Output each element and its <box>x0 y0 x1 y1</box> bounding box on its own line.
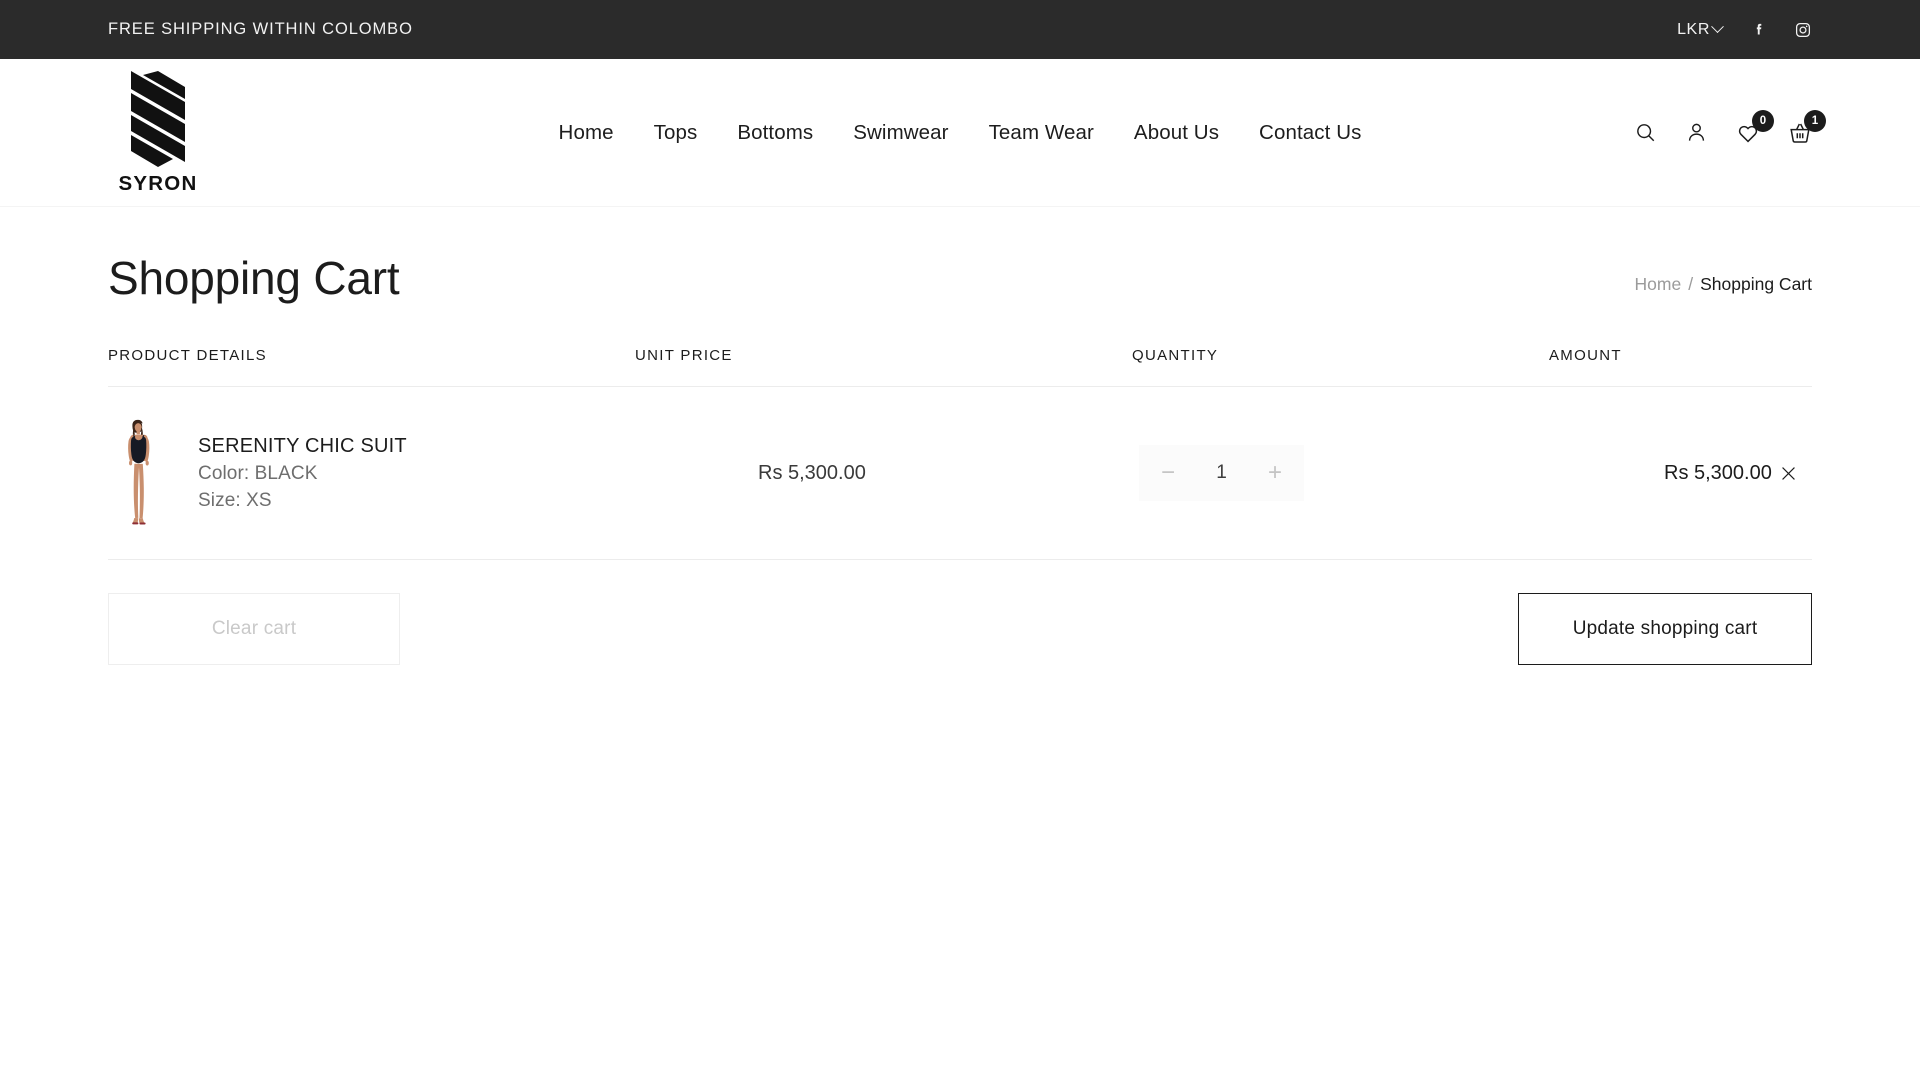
search-icon[interactable] <box>1634 121 1657 144</box>
quantity-stepper: − + <box>1139 445 1304 501</box>
swimsuit-model-image <box>108 408 176 538</box>
cart-section: PRODUCT DETAILS UNIT PRICE QUANTITY AMOU… <box>0 301 1920 665</box>
update-shopping-cart-button[interactable]: Update shopping cart <box>1518 593 1812 665</box>
logo-wordmark: SYRON <box>118 172 198 195</box>
main-navigation: Home Tops Bottoms Swimwear Team Wear Abo… <box>559 121 1362 145</box>
cart-button[interactable]: 1 <box>1788 109 1826 145</box>
amount-value: Rs 5,300.00 <box>1664 461 1772 484</box>
amount-cell: Rs 5,300.00 <box>1549 458 1812 488</box>
announcement-bar: FREE SHIPPING WITHIN COLOMBO LKR <box>0 0 1920 59</box>
nav-item-bottoms[interactable]: Bottoms <box>737 121 813 145</box>
currency-label: LKR <box>1677 20 1710 38</box>
product-name[interactable]: SERENITY CHIC SUIT <box>198 435 407 458</box>
product-size: Size: XS <box>198 489 272 511</box>
instagram-icon[interactable] <box>1794 21 1812 39</box>
wishlist-count-badge: 0 <box>1752 109 1774 132</box>
breadcrumb-separator: / <box>1688 274 1694 294</box>
cart-table-header: PRODUCT DETAILS UNIT PRICE QUANTITY AMOU… <box>108 301 1812 387</box>
column-header-price: UNIT PRICE <box>635 347 733 364</box>
column-header-amount: AMOUNT <box>1549 347 1622 364</box>
product-color: Color: BLACK <box>198 462 318 484</box>
breadcrumb-current: Shopping Cart <box>1700 274 1812 294</box>
chevron-down-icon <box>1711 20 1724 34</box>
close-icon <box>1781 466 1795 480</box>
wishlist-button[interactable]: 0 <box>1736 109 1774 145</box>
product-thumbnail[interactable] <box>108 408 176 538</box>
product-cell: SERENITY CHIC SUIT Color: BLACK Size: XS <box>108 408 635 538</box>
nav-item-home[interactable]: Home <box>559 121 614 145</box>
cart-count-badge: 1 <box>1804 109 1826 132</box>
page-title: Shopping Cart <box>108 252 400 304</box>
nav-item-team-wear[interactable]: Team Wear <box>989 121 1094 145</box>
announcement-text: FREE SHIPPING WITHIN COLOMBO <box>108 20 413 38</box>
clear-cart-button[interactable]: Clear cart <box>108 593 400 665</box>
breadcrumb-home[interactable]: Home <box>1635 274 1682 295</box>
column-header-quantity: QUANTITY <box>1132 347 1219 364</box>
header-actions: 0 1 <box>1634 109 1826 145</box>
syron-logo-icon <box>131 71 185 167</box>
nav-item-contact-us[interactable]: Contact Us <box>1259 121 1361 145</box>
nav-item-swimwear[interactable]: Swimwear <box>853 121 948 145</box>
product-info: SERENITY CHIC SUIT Color: BLACK Size: XS <box>198 435 407 512</box>
breadcrumb: Home / Shopping Cart <box>1635 274 1812 301</box>
nav-item-about-us[interactable]: About Us <box>1134 121 1219 145</box>
nav-item-tops[interactable]: Tops <box>654 121 698 145</box>
site-header: SYRON Home Tops Bottoms Swimwear Team We… <box>0 59 1920 207</box>
currency-selector[interactable]: LKR <box>1677 20 1724 39</box>
quantity-decrease-button[interactable]: − <box>1159 461 1177 485</box>
quantity-increase-button[interactable]: + <box>1266 461 1284 485</box>
remove-item-button[interactable] <box>1773 458 1803 488</box>
page-head: Shopping Cart Home / Shopping Cart <box>0 207 1920 301</box>
quantity-input[interactable] <box>1207 462 1236 484</box>
column-header-product: PRODUCT DETAILS <box>108 347 267 364</box>
announcement-right-group: LKR <box>1677 20 1812 39</box>
site-logo[interactable]: SYRON <box>108 69 208 196</box>
facebook-icon[interactable] <box>1750 21 1768 39</box>
cart-actions: Clear cart Update shopping cart <box>108 560 1812 665</box>
social-links <box>1750 21 1812 39</box>
unit-price-value: Rs 5,300.00 <box>758 461 866 484</box>
cart-item-row: SERENITY CHIC SUIT Color: BLACK Size: XS… <box>108 387 1812 560</box>
user-icon[interactable] <box>1685 121 1708 144</box>
quantity-cell: − + <box>1132 445 1549 501</box>
